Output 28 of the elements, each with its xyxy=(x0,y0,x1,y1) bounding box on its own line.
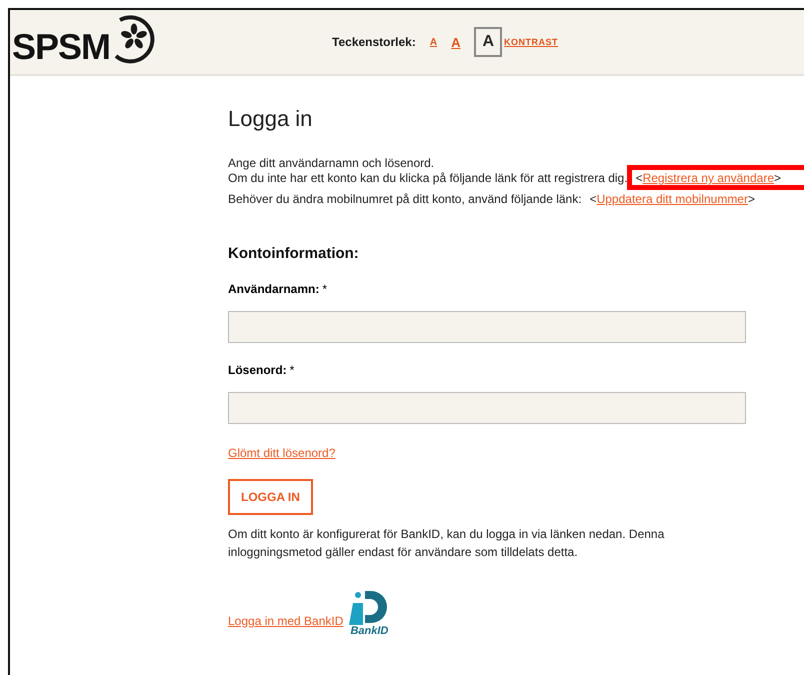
bankid-info-text: Om ditt konto är konfigurerat för BankID, kan du logga in via länken nedan. Denna inloggningsmetod gäller endast för användare som tilldelats detta. xyxy=(228,526,666,561)
login-button[interactable]: LOGGA IN xyxy=(228,479,313,515)
intro-text: Om du inte har ett konto kan du klicka på följande länk för att registrera dig. xyxy=(228,171,628,185)
bracket-text: < xyxy=(636,171,643,185)
bracket-text: > xyxy=(774,171,782,185)
contrast-link[interactable]: KONTRAST xyxy=(504,37,558,47)
intro-text: Behöver du ändra mobilnumret på ditt konto, använd följande länk: xyxy=(228,192,582,206)
font-size-link[interactable]: A xyxy=(451,34,460,50)
input-field[interactable] xyxy=(228,392,746,424)
bracket-text: < xyxy=(590,192,597,206)
intro-text: Ange ditt användarnamn och lösenord. xyxy=(228,156,434,170)
required-mark: * xyxy=(290,363,294,377)
font-size-label: Teckenstorlek: xyxy=(332,35,416,49)
bankid-login-link[interactable]: Logga in med BankID xyxy=(228,614,344,628)
page-title: Logga in xyxy=(228,106,314,132)
section-heading: Kontoinformation: xyxy=(228,245,360,262)
intro-link[interactable]: Registrera ny användare xyxy=(642,171,774,185)
required-mark: * xyxy=(322,282,328,296)
field-label: Lösenord: xyxy=(228,363,287,377)
forgot-password-link[interactable]: Glömt ditt lösenord? xyxy=(228,446,336,460)
logo-text[interactable]: SPSM xyxy=(12,26,110,68)
bankid-logo: BankID xyxy=(349,589,390,637)
intro-link[interactable]: Uppdatera ditt mobilnummer xyxy=(596,192,748,206)
font-size-link[interactable]: A xyxy=(430,36,438,48)
field-label: Användarnamn: xyxy=(228,282,320,296)
font-size-link[interactable]: A xyxy=(474,27,502,57)
input-field[interactable] xyxy=(228,311,746,343)
bracket-text: > xyxy=(748,192,755,206)
